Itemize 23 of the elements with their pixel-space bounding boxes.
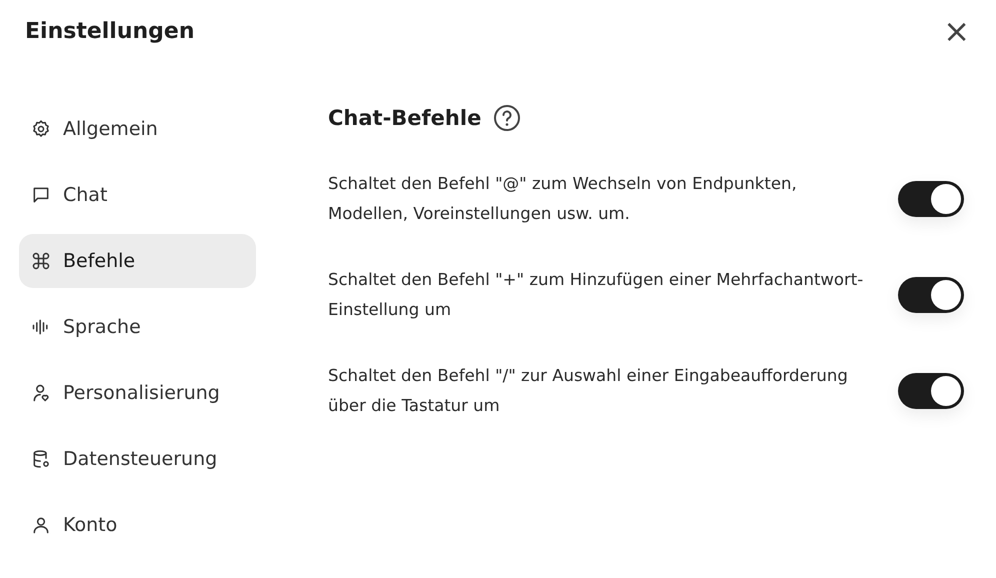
sidebar-item[interactable]: Sprache [19, 300, 256, 354]
sidebar-item[interactable]: Datensteuerung [19, 432, 256, 486]
sidebar-item[interactable]: Allgemein [19, 102, 256, 156]
speech-bubble-icon [31, 185, 51, 205]
setting-description: Schaltet den Befehl "/" zur Auswahl einer Eingabeaufforderung über die Tastatur um [328, 365, 849, 417]
setting-description: Schaltet den Befehl "+" zum Hinzufügen einer Mehrfachantwort-Einstellung um [328, 269, 864, 321]
setting-description: Schaltet den Befehl "@" zum Wechseln von Endpunkten, Modellen, Voreinstellungen usw. um. [328, 173, 798, 225]
sidebar-item[interactable]: Chat [19, 168, 256, 222]
database-gear-icon [31, 449, 51, 469]
command-key-icon [31, 251, 51, 271]
sidebar-item[interactable]: Personalisierung [19, 366, 256, 420]
section-title: Chat-Befehle [328, 106, 482, 130]
dialog-title: Einstellungen [25, 18, 195, 44]
close-button[interactable]: × [939, 15, 974, 47]
person-heart-icon [31, 383, 51, 403]
toggle-switch[interactable] [898, 373, 964, 409]
sidebar-item[interactable]: Befehle [19, 234, 256, 288]
toggle-switch[interactable] [898, 181, 964, 217]
toggle-switch[interactable] [898, 277, 964, 313]
gear-icon [31, 119, 51, 139]
sidebar-item[interactable]: Konto [19, 498, 256, 552]
help-icon[interactable] [493, 104, 522, 132]
person-icon [31, 515, 51, 535]
